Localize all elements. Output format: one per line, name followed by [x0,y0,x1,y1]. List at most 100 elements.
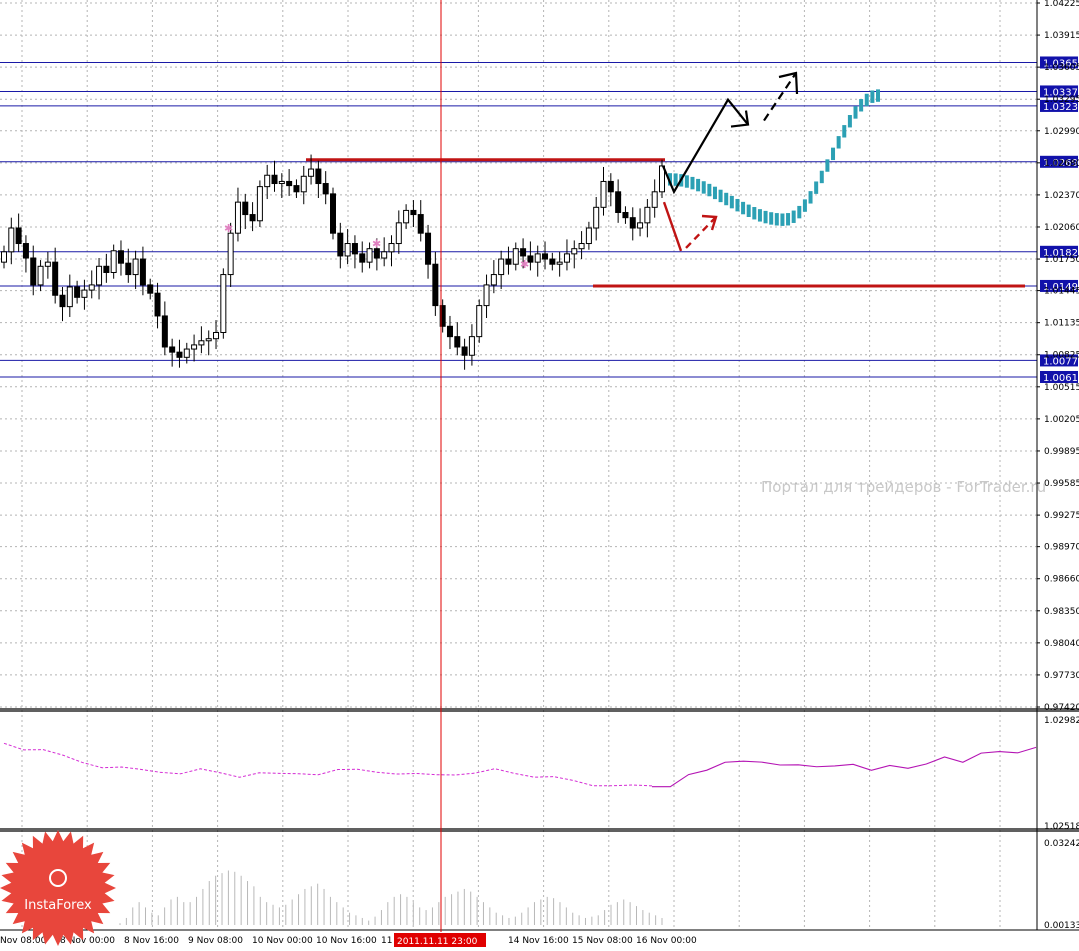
candle-body [476,305,483,338]
candle-body [264,174,271,188]
forecast-bar [802,199,807,212]
star-marker-icon: ✱ [520,258,529,271]
candle-body [176,351,183,358]
forecast-bar [864,93,869,107]
candle-body [110,250,117,273]
candle-body [520,248,527,257]
candle-body [22,243,29,259]
candle-body [30,257,37,286]
y-tick-label: 1.00205 [1044,415,1079,425]
candle-body [161,315,168,348]
forecast-bar [808,191,813,204]
candle-body [542,253,549,260]
y-tick-label: 0.98660 [1044,575,1079,585]
candle-body [293,185,300,193]
candle-body [81,289,88,298]
candle-body [644,206,651,224]
candle-body [556,261,563,265]
x-tick-label: 9 Nov 08:00 [188,936,243,946]
forecast-bar [729,195,734,209]
forecast-bar [757,209,762,222]
candle-body [125,262,132,276]
y-tick-label: 1.03915 [1044,31,1079,41]
candle-body [461,346,468,356]
candle-body [8,227,15,253]
candle-body [1,251,7,263]
candle-body [359,253,366,263]
candle-body [117,250,124,264]
candle-body [351,243,358,255]
forecast-bar [724,192,729,206]
y-tick-label: 0.99585 [1044,479,1079,489]
candle-body [242,201,249,216]
forecast-bar [870,90,875,103]
candle-body [271,174,278,185]
forecast-bar [746,204,751,218]
candle-body [330,193,336,234]
candle-body [308,168,315,177]
candle-body [59,294,66,308]
candle-body [600,180,607,208]
forecast-bar [718,189,723,203]
candle-body [234,201,241,234]
y-tick-label: 0.98040 [1044,639,1079,649]
chart-canvas: 1.03651.03371.03231.02691.01821.01491.00… [0,0,1079,951]
candle-body [388,243,395,253]
candle-body [256,186,263,222]
candle-body [198,340,205,346]
candle-body [615,191,622,213]
forecast-bar [819,170,824,184]
y-tick-label: 1.04225 [1044,0,1079,9]
y-tick-label: 1.02060 [1044,223,1079,233]
forecast-bar [859,99,864,112]
y-tick-label: 1.00825 [1044,351,1079,361]
candle-body [213,331,220,340]
candle-body [205,338,212,342]
y-tick-label: 0.98350 [1044,607,1079,617]
forecast-bar [786,213,791,226]
candle-body [490,274,497,286]
candle-body [446,325,453,338]
candle-body [534,253,541,263]
candle-body [322,183,329,195]
forecast-bar [842,125,847,138]
candle-body [300,175,307,193]
candle-body [191,344,198,350]
forecast-bar [707,183,712,197]
forecast-bar [684,175,689,188]
forecast-bar [797,205,802,219]
candle-body [629,217,636,229]
forecast-bar [769,212,774,225]
candle-body [585,227,592,245]
candle-body [337,232,344,257]
indicator-2-tick-label: 0.00133 [1044,921,1079,931]
candle-body [410,209,417,216]
candle-body [227,232,234,276]
candle-body [498,258,505,276]
candle-body [512,248,519,265]
chart-background [0,0,1079,951]
x-tick-label: Nov 08:00 [0,936,47,946]
y-tick-label: 1.03295 [1044,95,1079,105]
candle-body [88,284,95,291]
candle-body [425,232,432,265]
indicator-2-tick-label: 0.03242 [1044,839,1079,849]
x-tick-label: 15 Nov 08:00 [572,936,633,946]
candle-body [74,286,81,298]
candle-body [571,248,578,255]
candle-body [132,258,139,276]
candle-body [468,336,475,356]
candle-body [366,248,373,263]
x-tick-label: 10 Nov 00:00 [252,936,313,946]
candle-body [249,214,256,222]
candle-body [549,258,556,265]
candle-body [454,336,461,348]
x-tick-label: 8 Nov 16:00 [124,936,179,946]
candle-body [578,243,585,250]
star-marker-icon: ✱ [372,238,381,251]
candle-body [169,346,176,353]
y-tick-label: 1.00515 [1044,383,1079,393]
y-tick-label: 1.02370 [1044,191,1079,201]
candle-body [651,191,658,208]
forecast-bar [701,181,706,194]
